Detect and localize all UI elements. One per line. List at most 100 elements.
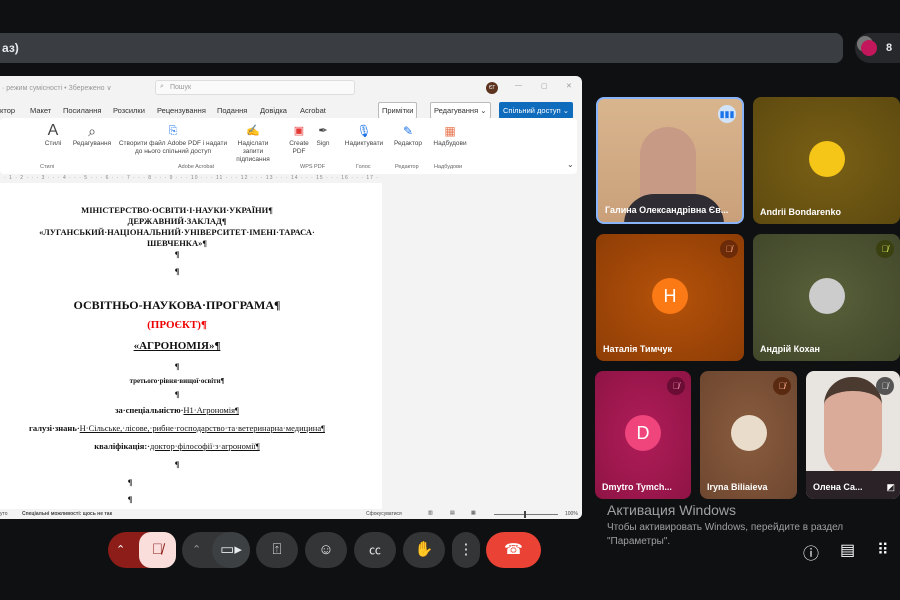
editor-icon: ✎ xyxy=(402,124,414,138)
ruler: · 1 · 2 · · · 3 · · · 4 · · · 5 · · · 6 … xyxy=(4,175,379,181)
tab-references[interactable]: Посилання xyxy=(63,106,101,115)
zoom-level[interactable]: 100% xyxy=(565,511,578,517)
avatar xyxy=(808,140,845,177)
print-layout-icon[interactable]: ▤ xyxy=(450,510,455,516)
status-bar: уто Спеціальні можливості: щось не так С… xyxy=(0,509,582,519)
styles-button[interactable]: A Стилі xyxy=(42,122,64,148)
web-layout-icon[interactable]: ▦ xyxy=(471,510,476,516)
presentation-bar: аз) xyxy=(0,33,843,63)
tab-mailings[interactable]: Розсилки xyxy=(113,106,145,115)
editor-button[interactable]: ✎ Редактор xyxy=(391,122,425,148)
doc-line: ДЕРЖАВНИЙ·ЗАКЛАД¶ xyxy=(127,216,227,226)
reactions-button[interactable]: ☺ xyxy=(305,532,347,568)
doc-line: МІНІСТЕРСТВО·ОСВІТИ·І·НАУКИ·УКРАЇНИ¶ xyxy=(81,205,273,215)
create-pdf-button[interactable]: ▣ Create PDF xyxy=(287,122,311,156)
participant-tile[interactable]: Andrii Bondarenko xyxy=(753,97,900,224)
present-button[interactable]: ⍐ xyxy=(256,532,298,568)
doc-line: «ЛУГАНСЬКИЙ·НАЦІОНАЛЬНИЙ·УНІВЕРСИТЕТ·ІМЕ… xyxy=(39,227,315,237)
share-button[interactable]: Спільний доступ ⌄ xyxy=(499,102,574,119)
specialty-label: за·спеціальністю· xyxy=(115,405,184,415)
group-wps: WPS PDF xyxy=(300,164,326,170)
participants-button[interactable]: 8 xyxy=(855,33,900,63)
shared-word-window: · режим сумісності • Збережено ∨ ⌕ Пошук … xyxy=(0,76,582,519)
camera-button[interactable]: ▭▸ xyxy=(212,532,250,568)
avatar-stack-icon xyxy=(861,40,877,56)
pilcrow: ¶ xyxy=(174,361,180,371)
participant-count: 8 xyxy=(886,42,893,54)
close-icon[interactable]: ✕ xyxy=(566,82,572,90)
user-avatar[interactable]: ЄГ xyxy=(486,82,498,94)
pilcrow: ¶ xyxy=(127,494,133,504)
addins-icon: ▦ xyxy=(444,124,456,138)
comments-button[interactable]: Примітки xyxy=(378,102,418,119)
sign-icon: ✒ xyxy=(318,125,328,137)
raise-hand-button[interactable]: ✋ xyxy=(403,532,445,568)
doc-draft: (ПРОЄКТ)¶ xyxy=(147,319,207,331)
editing-label: Редагування xyxy=(72,140,112,147)
more-options-button[interactable]: ⋮ xyxy=(452,532,480,568)
tab-review[interactable]: Рецензування xyxy=(157,106,206,115)
participant-tile-speaker[interactable]: ▮▮▮ Галина Олександрівна Єв... xyxy=(596,97,744,224)
field-value: Н·Сільське,·лісове,·рибне·господарство·т… xyxy=(79,423,325,433)
participant-tile[interactable]: 🎙̸ Н Наталія Тимчук xyxy=(596,234,744,361)
activities-grid-icon[interactable]: ⠿ xyxy=(877,540,889,560)
doc-program-name: «АГРОНОМІЯ»¶ xyxy=(133,340,221,352)
participant-name: Наталія Тимчук xyxy=(603,344,672,354)
document-page: МІНІСТЕРСТВО·ОСВІТИ·І·НАУКИ·УКРАЇНИ¶ ДЕР… xyxy=(0,183,382,509)
participant-tile[interactable]: 🎙̸ Андрій Кохан xyxy=(753,234,900,361)
pdf-share-icon: ⎘ xyxy=(168,125,178,137)
create-adobe-pdf-button[interactable]: ⎘ Створити файл Adobe PDF і надати до ньо… xyxy=(118,122,228,156)
tab-constructor[interactable]: ктор xyxy=(0,106,15,115)
participant-tile[interactable]: 🎙̸ Олена Са... ◩ xyxy=(806,371,900,499)
presentation-title: аз) xyxy=(2,41,19,55)
addins-label: Надбудови xyxy=(433,140,467,147)
title-bar: · режим сумісності • Збережено ∨ ⌕ Пошук … xyxy=(0,76,582,100)
create-label: Create PDF xyxy=(289,140,309,155)
addins-button[interactable]: ▦ Надбудови xyxy=(431,122,469,148)
watermark-title: Активация Windows xyxy=(607,502,737,518)
accessibility-status[interactable]: Спеціальні можливості: щось не так xyxy=(22,511,112,517)
request-signatures-button[interactable]: ✍ Надіслати запити підписання xyxy=(230,122,276,164)
zoom-slider-thumb[interactable] xyxy=(524,511,526,518)
captions-button[interactable]: ㏄ xyxy=(354,532,396,568)
mic-off-icon: 🎙̸ xyxy=(876,377,894,395)
meeting-info-icon[interactable]: ⓘ xyxy=(803,540,819,564)
participant-tile[interactable]: 🎙̸ Iryna Biliaieva xyxy=(700,371,797,499)
video-options-chevron-icon[interactable]: ⌃ xyxy=(192,532,201,568)
participant-name: Iryna Biliaieva xyxy=(707,482,768,492)
editing-mode-button[interactable]: Редагування ⌄ xyxy=(430,102,491,119)
group-voice: Голос xyxy=(356,164,371,170)
tab-layout[interactable]: Макет xyxy=(30,106,51,115)
editing-button[interactable]: ⌕ Редагування xyxy=(70,122,114,148)
tab-view[interactable]: Подання xyxy=(217,106,247,115)
focus-button[interactable]: Сфокусуватися xyxy=(366,511,402,517)
avatar xyxy=(808,277,845,314)
pilcrow: ¶ xyxy=(127,477,133,487)
tab-acrobat[interactable]: Acrobat xyxy=(300,106,326,115)
sign-button[interactable]: ✒ Sign xyxy=(313,122,333,148)
styles-icon: A xyxy=(47,122,59,139)
group-addins: Надбудови xyxy=(434,164,463,170)
audio-options-chevron-icon[interactable]: ⌃ xyxy=(116,532,125,568)
mic-off-button[interactable]: 🎙̸ xyxy=(139,532,176,568)
minimize-icon[interactable]: — xyxy=(515,82,522,89)
pilcrow: ¶ xyxy=(174,249,180,259)
search-input[interactable]: ⌕ Пошук xyxy=(155,80,355,95)
leave-call-button[interactable]: ☎ xyxy=(486,532,541,568)
mic-off-icon: 🎙̸ xyxy=(876,240,894,258)
zoom-slider[interactable] xyxy=(494,511,558,518)
chat-icon[interactable]: ▤ xyxy=(840,540,855,560)
specialty-value: Н1·Агрономія¶ xyxy=(183,405,239,415)
doc-level: третього·рівня·вищої·освіти¶ xyxy=(129,377,225,385)
collapse-ribbon-icon[interactable]: ⌄ xyxy=(567,160,574,169)
doc-field: галузі·знань·Н·Сільське,·лісове,·рибне·г… xyxy=(0,423,362,433)
pip-icon[interactable]: ◩ xyxy=(886,482,895,493)
maximize-icon[interactable]: ▢ xyxy=(541,82,548,90)
read-mode-icon[interactable]: ▥ xyxy=(428,510,433,516)
tab-help[interactable]: Довідка xyxy=(260,106,287,115)
dictate-label: Надиктувати xyxy=(344,140,384,147)
dictate-button[interactable]: 🎙 Надиктувати xyxy=(343,122,385,148)
group-acrobat: Adobe Acrobat xyxy=(178,164,215,170)
participant-tile[interactable]: 🎙̸ D Dmytro Tymch... xyxy=(595,371,691,499)
sign-label: Sign xyxy=(316,140,330,147)
